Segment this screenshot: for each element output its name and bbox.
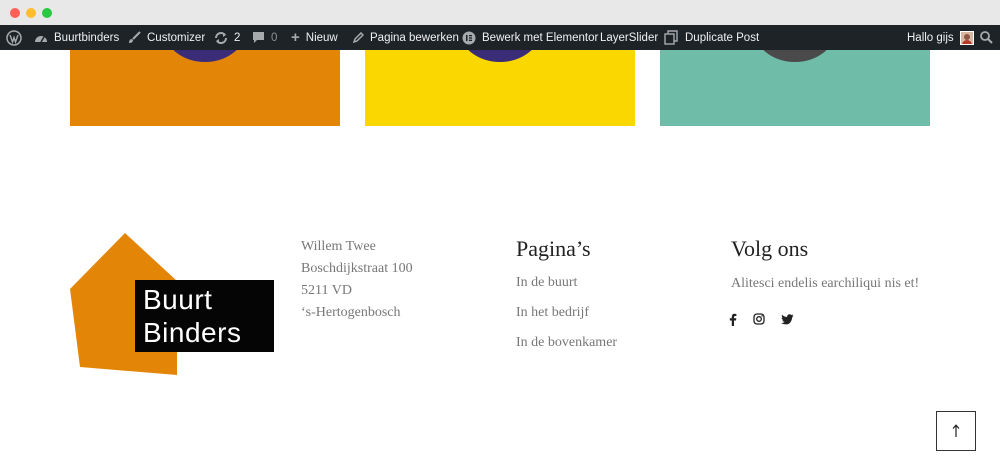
- plus-icon: +: [291, 29, 300, 46]
- wp-admin-bar: Buurtbinders Customizer 2 0 + Nieuw Pagi…: [0, 25, 1000, 50]
- twitter-icon[interactable]: [780, 312, 794, 326]
- updates-icon: [215, 31, 227, 44]
- logo-line-1: Buurt: [143, 284, 213, 315]
- team-card-orange[interactable]: [70, 50, 340, 126]
- elementor-icon: [462, 31, 476, 44]
- buurtbinders-logo[interactable]: Buurt Binders: [135, 280, 274, 352]
- search-icon: [980, 31, 993, 44]
- updates-link[interactable]: 2: [214, 25, 240, 50]
- pages-heading: Pagina’s: [516, 236, 591, 261]
- team-photo: [753, 50, 837, 62]
- edit-page-label: Pagina bewerken: [370, 31, 459, 44]
- duplicate-post-link[interactable]: Duplicate Post: [664, 25, 759, 50]
- layerslider-link[interactable]: LayerSlider: [600, 25, 658, 50]
- instagram-icon[interactable]: [752, 312, 766, 326]
- follow-text: Alitesci endelis earchiliqui nis et!: [731, 276, 920, 291]
- close-window-button[interactable]: [10, 8, 20, 18]
- dashboard-icon: [35, 35, 47, 42]
- layerslider-label: LayerSlider: [600, 31, 659, 44]
- minimize-window-button[interactable]: [26, 8, 36, 18]
- customizer-label: Customizer: [147, 31, 206, 44]
- comments-count: 0: [271, 31, 278, 44]
- duplicate-post-label: Duplicate Post: [685, 31, 760, 44]
- logo-line-2: Binders: [143, 317, 242, 348]
- comments-link[interactable]: 0: [252, 25, 277, 50]
- new-content-menu[interactable]: + Nieuw: [291, 25, 338, 50]
- wp-logo-button[interactable]: [6, 25, 22, 50]
- customizer-link[interactable]: Customizer: [128, 25, 205, 50]
- pencil-icon: [352, 31, 364, 43]
- zoom-window-button[interactable]: [42, 8, 52, 18]
- address-city: ‘s-Hertogenbosch: [301, 305, 401, 320]
- page-content: Buurt Binders Willem Twee Boschdijkstraa…: [0, 50, 1000, 475]
- greeting-label: Hallo gijs: [907, 31, 954, 44]
- team-card-teal[interactable]: [660, 50, 930, 126]
- duplicate-icon: [664, 30, 678, 45]
- edit-page-link[interactable]: Pagina bewerken: [352, 25, 459, 50]
- address-street: Boschdijkstraat 100: [301, 261, 413, 276]
- footer-link-buurt[interactable]: In de buurt: [516, 272, 617, 302]
- footer-address: Willem Twee Boschdijkstraat 100 5211 VD …: [301, 236, 413, 324]
- back-to-top-button[interactable]: [936, 411, 976, 451]
- address-postal: 5211 VD: [301, 283, 352, 298]
- window-titlebar: [0, 0, 1000, 25]
- address-name: Willem Twee: [301, 239, 376, 254]
- follow-heading: Volg ons: [731, 236, 809, 261]
- team-photo: [458, 50, 542, 62]
- elementor-label: Bewerk met Elementor: [482, 31, 599, 44]
- new-content-label: Nieuw: [305, 31, 338, 44]
- footer-link-bovenkamer[interactable]: In de bovenkamer: [516, 332, 617, 362]
- wordpress-icon: [6, 29, 22, 46]
- facebook-icon[interactable]: [726, 312, 740, 326]
- team-card-yellow[interactable]: [365, 50, 635, 126]
- footer-pages-menu: In de buurt In het bedrijf In de bovenka…: [516, 272, 617, 362]
- updates-count: 2: [234, 31, 241, 44]
- team-photo: [163, 50, 247, 62]
- comment-icon: [253, 32, 264, 43]
- site-name-menu[interactable]: Buurtbinders: [34, 25, 119, 50]
- avatar: [959, 30, 974, 45]
- footer-link-bedrijf[interactable]: In het bedrijf: [516, 302, 617, 332]
- arrow-up-icon: [952, 424, 960, 437]
- brush-icon: [129, 31, 141, 43]
- user-account-menu[interactable]: Hallo gijs: [907, 25, 974, 50]
- elementor-link[interactable]: Bewerk met Elementor: [462, 25, 598, 50]
- site-name-label: Buurtbinders: [54, 31, 120, 44]
- admin-search-button[interactable]: [980, 25, 993, 50]
